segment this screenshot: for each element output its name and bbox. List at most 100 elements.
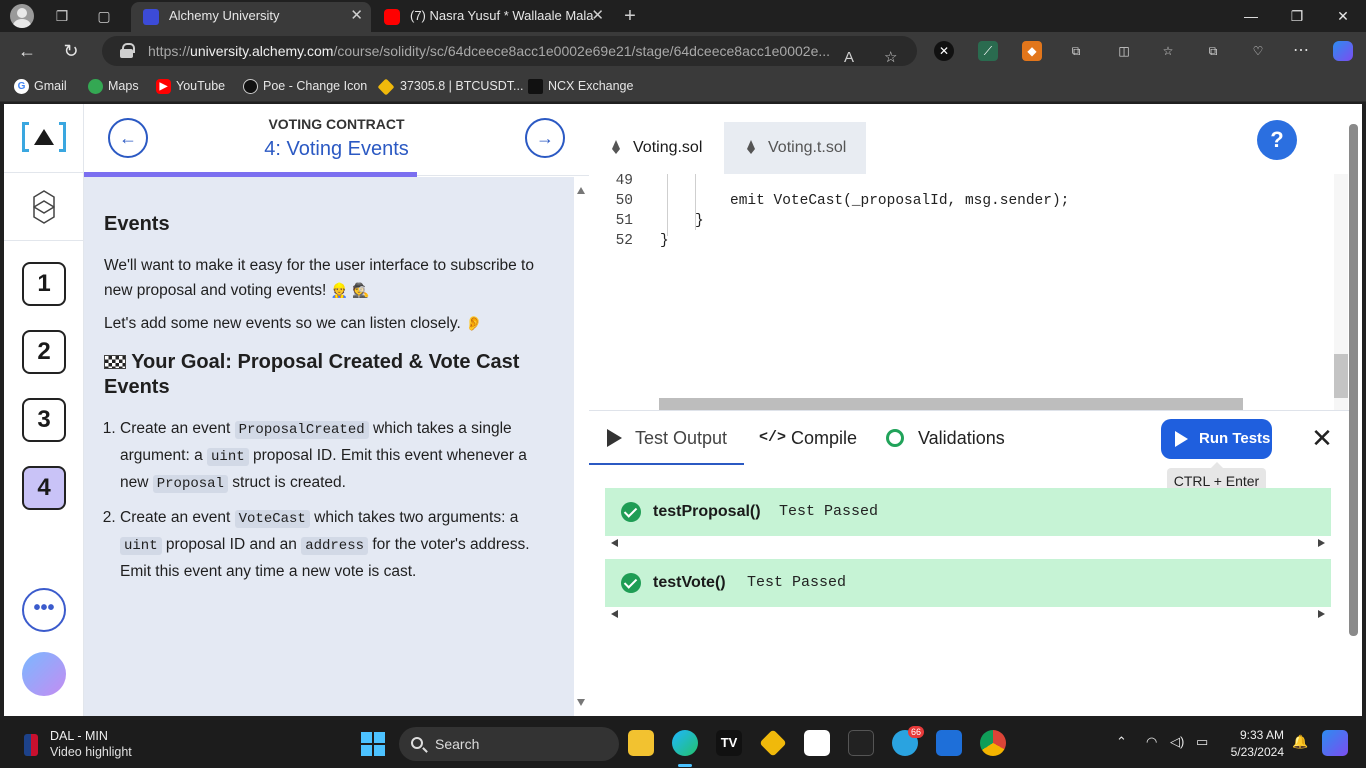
x-extension-icon[interactable]: ✕ xyxy=(934,41,954,61)
tab-youtube[interactable]: (7) Nasra Yusuf * Wallaale Mala ✕ xyxy=(372,2,612,32)
code-horizontal-scrollbar[interactable] xyxy=(659,398,1243,410)
favorites-icon[interactable]: ☆ xyxy=(1158,41,1178,61)
code-vertical-scrollbar[interactable] xyxy=(1334,174,1348,410)
settings-more-icon[interactable]: ⋯ xyxy=(1291,41,1311,61)
favorite-star-icon[interactable]: ☆ xyxy=(884,43,897,66)
binance-icon xyxy=(377,78,395,96)
test-result-row: testProposal() Test Passed xyxy=(605,488,1331,536)
youtube-icon xyxy=(384,9,400,25)
chart-extension-icon[interactable]: ⟋ xyxy=(978,41,998,61)
collections-icon[interactable]: ⧉ xyxy=(1203,41,1223,61)
new-tab-button[interactable]: + xyxy=(620,6,640,26)
lesson-scrollbar[interactable] xyxy=(574,177,589,716)
course-hexagon-icon[interactable] xyxy=(32,190,56,224)
stage-3-button[interactable]: 3 xyxy=(22,398,66,442)
tab-test-output[interactable]: Test Output xyxy=(589,411,744,465)
test-result-row: testVote() Test Passed xyxy=(605,559,1331,607)
bookmark-binance[interactable]: 37305.8 | BTCUSDT... xyxy=(377,78,523,96)
edge-icon[interactable] xyxy=(672,730,698,756)
run-tests-button[interactable]: Run Tests xyxy=(1161,419,1272,459)
taskbar-clock[interactable]: 9:33 AM 5/23/2024 xyxy=(1222,727,1284,761)
bookmark-label: YouTube xyxy=(176,79,226,93)
tab-actions-icon[interactable]: ▢ xyxy=(94,6,114,26)
alchemy-page: 1 2 3 4 ••• ← VOTING CONTRACT 4: Voting … xyxy=(4,104,1362,716)
goal-heading: Your Goal: Proposal Created & Vote Cast … xyxy=(104,351,520,398)
volume-icon[interactable]: ◁) xyxy=(1170,734,1184,750)
lesson-kicker: VOTING CONTRACT xyxy=(268,116,405,132)
bookmark-label: NCX Exchange xyxy=(548,79,634,93)
notification-bell-icon[interactable]: 🔔 xyxy=(1292,734,1308,750)
close-window-icon[interactable]: ✕ xyxy=(1320,4,1366,28)
lesson-paragraph: We'll want to make it easy for the user … xyxy=(104,254,554,303)
bookmark-ncx[interactable]: NCX Exchange xyxy=(528,78,633,94)
next-stage-button[interactable]: → xyxy=(525,118,565,158)
file-explorer-icon[interactable] xyxy=(628,730,654,756)
code-editor[interactable]: 49 50 emit VoteCast(_proposalId, msg.send… xyxy=(589,174,1334,410)
stage-4-button[interactable]: 4 xyxy=(22,466,66,510)
taskbar-search[interactable]: Search xyxy=(399,727,619,761)
close-tab-icon[interactable]: ✕ xyxy=(591,2,604,30)
page-vertical-scrollbar[interactable] xyxy=(1349,124,1358,636)
tradingview-icon[interactable]: TV xyxy=(716,730,742,756)
code-brackets-icon: </> xyxy=(759,429,787,446)
show-hidden-icons-chevron-icon[interactable]: ⌃ xyxy=(1116,734,1127,750)
tab-compile[interactable]: </> Compile xyxy=(745,411,865,465)
inline-code: address xyxy=(301,537,369,555)
minimize-icon[interactable]: — xyxy=(1228,4,1274,28)
extensions-icon[interactable]: ⧉ xyxy=(1066,41,1086,61)
tab-alchemy-university[interactable]: Alchemy University ✕ xyxy=(131,2,371,32)
bookmark-youtube[interactable]: ▶ YouTube xyxy=(156,78,225,94)
copilot-taskbar-icon[interactable] xyxy=(1322,730,1348,756)
browser-tab-strip: ❐ ▢ Alchemy University ✕ (7) Nasra Yusuf… xyxy=(0,0,1366,32)
file-tab-voting-sol[interactable]: Voting.sol xyxy=(589,122,724,174)
close-panel-icon[interactable]: ✕ xyxy=(1307,423,1337,453)
binance-app-icon[interactable] xyxy=(759,729,787,757)
stage-2-button[interactable]: 2 xyxy=(22,330,66,374)
photos-icon[interactable] xyxy=(804,730,830,756)
metamask-icon[interactable]: ◆ xyxy=(1022,41,1042,61)
alchemy-logo[interactable] xyxy=(22,122,66,152)
maps-pin-icon xyxy=(88,79,103,94)
widgets-news[interactable]: DAL - MIN Video highlight xyxy=(24,728,132,760)
chrome-icon[interactable] xyxy=(980,730,1006,756)
back-icon[interactable]: ← xyxy=(14,39,40,63)
trading-app-icon[interactable] xyxy=(848,730,874,756)
file-tab-voting-t-sol[interactable]: Voting.t.sol xyxy=(724,122,866,174)
browser-essentials-icon[interactable]: ♡ xyxy=(1248,41,1268,61)
read-aloud-icon[interactable]: A xyxy=(844,43,854,66)
result-horizontal-scrollbar[interactable] xyxy=(605,536,1331,550)
profile-avatar-icon[interactable] xyxy=(10,4,34,28)
close-tab-icon[interactable]: ✕ xyxy=(350,2,363,30)
copilot-icon[interactable] xyxy=(1333,41,1353,61)
start-windows-icon[interactable] xyxy=(361,732,385,756)
address-field[interactable]: https://university.alchemy.com/course/so… xyxy=(102,36,917,66)
wifi-icon[interactable]: ◠ xyxy=(1146,734,1157,750)
bookmark-gmail[interactable]: G Gmail xyxy=(14,78,67,94)
test-name: testVote() xyxy=(653,574,726,591)
active-app-indicator xyxy=(678,764,692,767)
split-screen-icon[interactable]: ◫ xyxy=(1114,41,1134,61)
test-status: Test Passed xyxy=(779,503,879,520)
telegram-unread-badge: 66 xyxy=(908,726,925,738)
bookmark-maps[interactable]: Maps xyxy=(88,78,139,94)
workspaces-icon[interactable]: ❐ xyxy=(52,6,72,26)
tab-validations[interactable]: Validations xyxy=(872,411,1022,465)
refresh-icon[interactable]: ↻ xyxy=(58,39,84,63)
battery-icon[interactable]: ▭ xyxy=(1196,734,1208,750)
bookmark-poe[interactable]: Poe - Change Icon xyxy=(243,78,367,94)
help-button[interactable]: ? xyxy=(1257,120,1297,160)
result-horizontal-scrollbar[interactable] xyxy=(605,607,1331,621)
alchemy-icon xyxy=(143,9,159,25)
restore-icon[interactable]: ❐ xyxy=(1274,4,1320,28)
goal-step: Create an event ProposalCreated which ta… xyxy=(120,416,554,497)
store-icon[interactable] xyxy=(936,730,962,756)
lesson-paragraph: Let's add some new events so we can list… xyxy=(104,311,554,336)
stage-1-button[interactable]: 1 xyxy=(22,262,66,306)
test-status: Test Passed xyxy=(747,574,847,591)
clock-date: 5/23/2024 xyxy=(1230,745,1284,759)
bookmark-label: Gmail xyxy=(34,79,67,93)
user-avatar[interactable] xyxy=(22,652,66,696)
more-stages-button[interactable]: ••• xyxy=(22,588,66,632)
widget-title: DAL - MIN xyxy=(50,729,108,743)
lesson-content: Events We'll want to make it easy for th… xyxy=(84,177,574,716)
